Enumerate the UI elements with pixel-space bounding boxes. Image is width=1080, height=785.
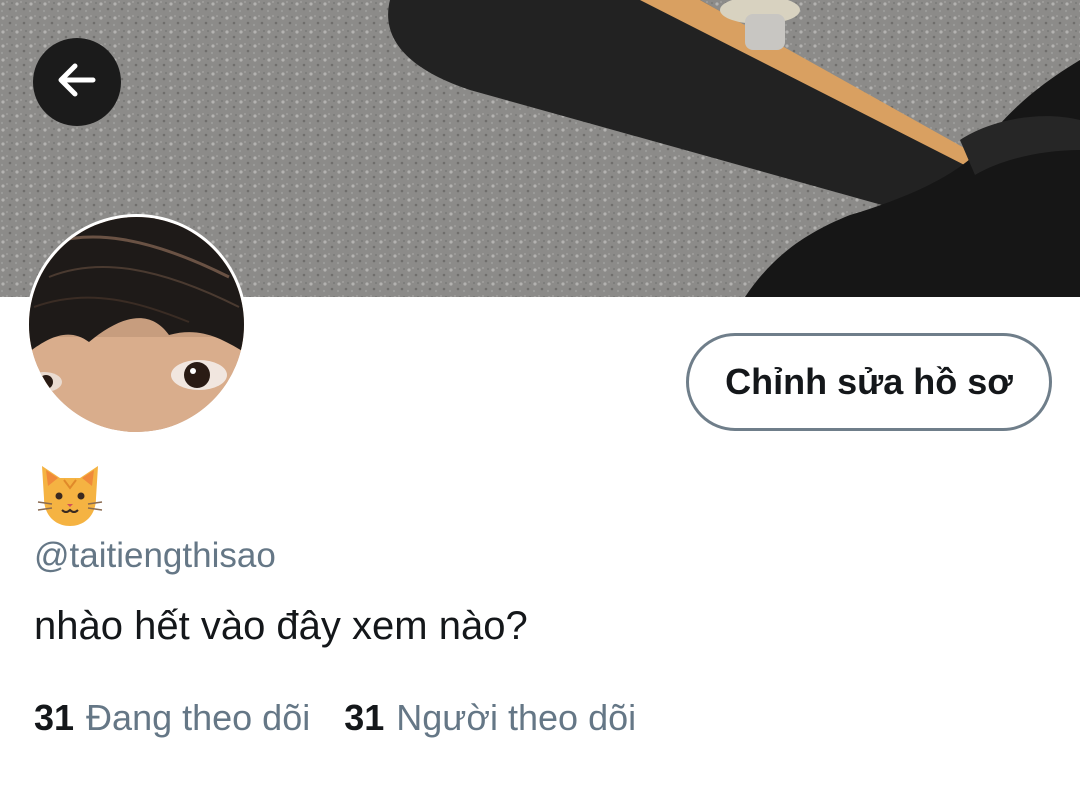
arrow-left-icon (53, 56, 101, 109)
avatar-image (29, 217, 244, 432)
followers-count: 31 (344, 697, 385, 738)
display-name (34, 458, 106, 530)
avatar[interactable] (26, 214, 247, 435)
followers-stat[interactable]: 31 Người theo dõi (344, 697, 636, 739)
edit-profile-label: Chỉnh sửa hồ sơ (725, 361, 1013, 402)
following-label: Đang theo dõi (86, 697, 311, 738)
profile-handle: @taitiengthisao (34, 536, 276, 575)
edit-profile-button[interactable]: Chỉnh sửa hồ sơ (686, 333, 1052, 431)
following-stat[interactable]: 31 Đang theo dõi (34, 697, 310, 739)
followers-label: Người theo dõi (396, 697, 637, 738)
cat-face-icon (34, 466, 106, 534)
profile-stats: 31 Đang theo dõi 31 Người theo dõi (34, 697, 636, 739)
profile-bio: nhào hết vào đây xem nào? (34, 604, 528, 648)
following-count: 31 (34, 697, 75, 738)
back-button[interactable] (33, 38, 121, 126)
